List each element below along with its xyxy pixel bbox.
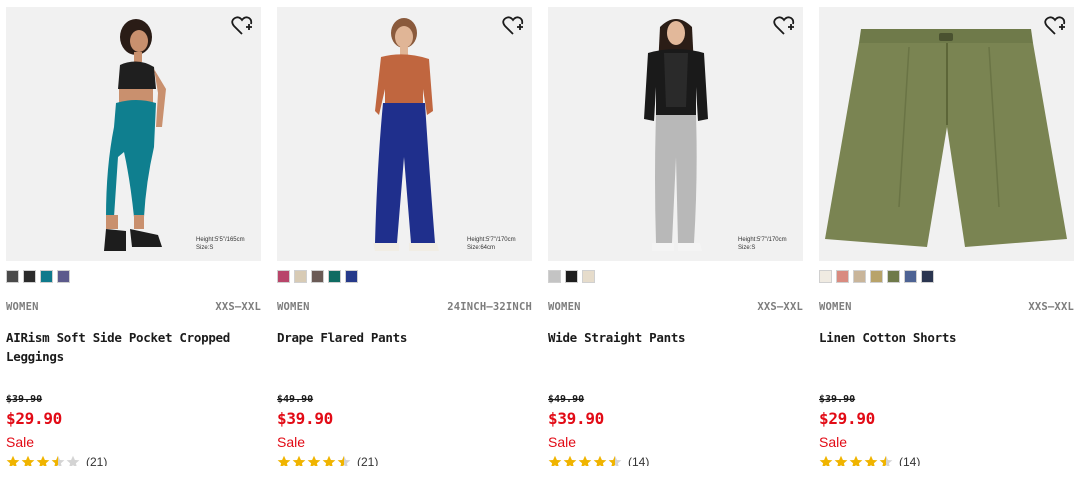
- color-swatches: [277, 270, 358, 284]
- product-meta: WOMEN XXS–XXL: [548, 301, 803, 313]
- model-figure: [104, 19, 166, 251]
- product-meta: WOMEN 24INCH–32INCH: [277, 301, 532, 313]
- product-image[interactable]: [819, 7, 1074, 261]
- size-range: XXS–XXL: [1028, 301, 1074, 313]
- sale-label: Sale: [277, 434, 306, 450]
- product-card[interactable]: Height:5'7"/170cm Size:S WOMEN XXS–XXL W…: [548, 0, 803, 503]
- size-range: 24INCH–32INCH: [447, 301, 532, 313]
- model-size: Size:S: [738, 245, 756, 251]
- model-figure: [644, 19, 708, 251]
- heart-plus-icon[interactable]: [773, 16, 795, 36]
- original-price: $49.90: [277, 394, 314, 405]
- sale-label: Sale: [548, 434, 577, 450]
- sale-price: $29.90: [6, 409, 62, 428]
- sale-label: Sale: [819, 434, 848, 450]
- color-swatch[interactable]: [853, 270, 866, 283]
- model-height: Height:5'7"/170cm: [738, 237, 787, 243]
- viewport-bottom: [0, 466, 1080, 503]
- color-swatch[interactable]: [6, 270, 19, 283]
- color-swatch[interactable]: [921, 270, 934, 283]
- color-swatch[interactable]: [565, 270, 578, 283]
- product-image[interactable]: Height:5'7"/170cm Size:64cm: [277, 7, 532, 261]
- shorts-figure: [825, 29, 1067, 247]
- sale-price: $39.90: [277, 409, 333, 428]
- color-swatch[interactable]: [548, 270, 561, 283]
- original-price: $39.90: [6, 394, 43, 405]
- model-height: Height:5'7"/170cm: [467, 237, 516, 243]
- category-label: WOMEN: [548, 301, 581, 313]
- model-figure: [373, 18, 439, 251]
- product-card[interactable]: Height:5'7"/170cm Size:64cm WOMEN 24INCH…: [277, 0, 532, 503]
- color-swatch[interactable]: [904, 270, 917, 283]
- color-swatch[interactable]: [311, 270, 324, 283]
- size-range: XXS–XXL: [215, 301, 261, 313]
- color-swatch[interactable]: [328, 270, 341, 283]
- sale-price: $29.90: [819, 409, 875, 428]
- product-image[interactable]: Height:5'7"/170cm Size:S: [548, 7, 803, 261]
- model-info: Height:5'7"/170cm Size:64cm: [467, 236, 516, 252]
- size-range: XXS–XXL: [757, 301, 803, 313]
- product-card[interactable]: Height:5'5"/165cm Size:S WOMEN XXS–XXL A…: [6, 0, 261, 503]
- color-swatch[interactable]: [836, 270, 849, 283]
- color-swatch[interactable]: [345, 270, 358, 283]
- color-swatch[interactable]: [819, 270, 832, 283]
- category-label: WOMEN: [819, 301, 852, 313]
- color-swatch[interactable]: [294, 270, 307, 283]
- category-label: WOMEN: [277, 301, 310, 313]
- product-grid: Height:5'5"/165cm Size:S WOMEN XXS–XXL A…: [0, 0, 1080, 503]
- product-name[interactable]: AIRism Soft Side Pocket Cropped Leggings: [6, 328, 246, 366]
- color-swatch[interactable]: [57, 270, 70, 283]
- sale-label: Sale: [6, 434, 35, 450]
- color-swatch[interactable]: [40, 270, 53, 283]
- color-swatch[interactable]: [582, 270, 595, 283]
- color-swatch[interactable]: [277, 270, 290, 283]
- model-info: Height:5'7"/170cm Size:S: [738, 236, 787, 252]
- original-price: $49.90: [548, 394, 585, 405]
- model-height: Height:5'5"/165cm: [196, 237, 245, 243]
- model-info: Height:5'5"/165cm Size:S: [196, 236, 245, 252]
- product-meta: WOMEN XXS–XXL: [819, 301, 1074, 313]
- color-swatch[interactable]: [23, 270, 36, 283]
- product-image[interactable]: Height:5'5"/165cm Size:S: [6, 7, 261, 261]
- heart-plus-icon[interactable]: [502, 16, 524, 36]
- heart-plus-icon[interactable]: [1044, 16, 1066, 36]
- color-swatches: [819, 270, 934, 284]
- product-meta: WOMEN XXS–XXL: [6, 301, 261, 313]
- category-label: WOMEN: [6, 301, 39, 313]
- original-price: $39.90: [819, 394, 856, 405]
- product-name[interactable]: Linen Cotton Shorts: [819, 328, 1059, 347]
- color-swatch[interactable]: [887, 270, 900, 283]
- sale-price: $39.90: [548, 409, 604, 428]
- product-name[interactable]: Drape Flared Pants: [277, 328, 517, 347]
- color-swatch[interactable]: [870, 270, 883, 283]
- model-size: Size:64cm: [467, 245, 496, 251]
- color-swatches: [6, 270, 70, 284]
- product-card[interactable]: WOMEN XXS–XXL Linen Cotton Shorts $39.90…: [819, 0, 1074, 503]
- model-size: Size:S: [196, 245, 214, 251]
- product-name[interactable]: Wide Straight Pants: [548, 328, 788, 347]
- color-swatches: [548, 270, 595, 284]
- heart-plus-icon[interactable]: [231, 16, 253, 36]
